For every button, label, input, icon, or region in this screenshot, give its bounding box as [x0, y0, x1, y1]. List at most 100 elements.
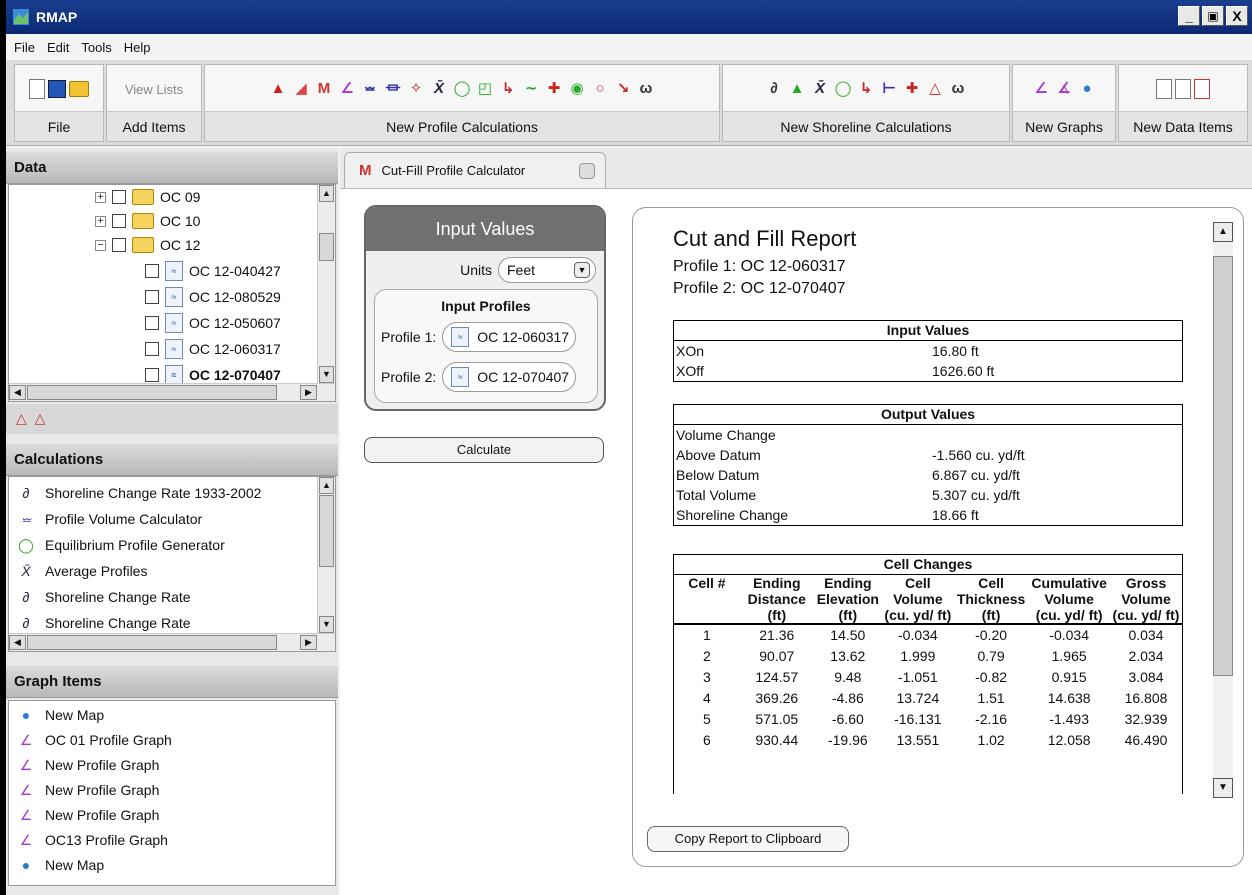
scroll-down-icon[interactable]: ▼: [1213, 778, 1233, 798]
scroll-thumb[interactable]: [27, 635, 277, 650]
tab-cut-fill-calculator[interactable]: M Cut-Fill Profile Calculator: [344, 152, 606, 188]
tree-item-profile[interactable]: ≈ OC 12-050607: [145, 311, 281, 335]
triangle-icon[interactable]: ▲: [787, 79, 807, 99]
target-icon[interactable]: ✚: [544, 79, 564, 99]
expand-icon[interactable]: +: [95, 215, 106, 227]
new-profile-data-icon[interactable]: [1156, 79, 1172, 99]
copy-report-button[interactable]: Copy Report to Clipboard: [647, 826, 849, 852]
list-item[interactable]: ∠ New Profile Graph: [15, 753, 160, 777]
checkbox[interactable]: [145, 316, 159, 330]
scroll-down-icon[interactable]: ▼: [319, 616, 334, 633]
list-item[interactable]: ∂ Shoreline Change Rate: [15, 611, 191, 635]
checkbox[interactable]: [145, 264, 159, 278]
tree-item-folder[interactable]: − OC 12: [95, 233, 200, 257]
menu-file[interactable]: File: [14, 40, 35, 55]
add-shoreline-icon[interactable]: △: [35, 410, 46, 426]
cut-fill-icon[interactable]: M: [314, 79, 334, 99]
equilibrium-icon[interactable]: ◯: [833, 79, 853, 99]
average-icon[interactable]: X̄: [429, 79, 449, 99]
checkbox[interactable]: [112, 190, 126, 204]
average-icon[interactable]: X̄: [810, 79, 830, 99]
scroll-right-icon[interactable]: ▶: [300, 635, 317, 650]
omega-icon[interactable]: ω: [636, 79, 656, 99]
data-vertical-scrollbar[interactable]: ▲ ▼: [317, 185, 335, 383]
generator-alt-icon[interactable]: ○: [590, 79, 610, 99]
new-dataset-icon[interactable]: [1194, 79, 1210, 99]
list-item[interactable]: ◯ Equilibrium Profile Generator: [15, 533, 225, 557]
translate-icon[interactable]: ↳: [498, 79, 518, 99]
scroll-up-icon[interactable]: ▲: [1213, 222, 1233, 242]
new-shoreline-data-icon[interactable]: [1175, 79, 1191, 99]
scroll-up-icon[interactable]: ▲: [319, 185, 334, 202]
menu-help[interactable]: Help: [124, 40, 151, 55]
scroll-left-icon[interactable]: ◀: [9, 385, 26, 400]
save-icon[interactable]: [48, 80, 66, 98]
equilibrium-alt-icon[interactable]: ◰: [475, 79, 495, 99]
calculate-button[interactable]: Calculate: [364, 437, 604, 463]
menu-edit[interactable]: Edit: [47, 40, 69, 55]
tree-item-profile[interactable]: ≈ OC 12-040427: [145, 259, 281, 283]
close-tab-icon[interactable]: [579, 163, 595, 179]
scroll-thumb[interactable]: [319, 233, 334, 261]
scroll-thumb[interactable]: [319, 495, 334, 567]
generator-icon[interactable]: ◉: [567, 79, 587, 99]
scroll-down-icon[interactable]: ▼: [319, 366, 334, 383]
scroll-right-icon[interactable]: ▶: [300, 385, 317, 400]
minimize-button[interactable]: _: [1178, 6, 1200, 26]
equilibrium-icon[interactable]: ◯: [452, 79, 472, 99]
list-item[interactable]: ∠ New Profile Graph: [15, 778, 160, 802]
warning-icon[interactable]: △: [925, 79, 945, 99]
profile-tool-icon[interactable]: ▲: [268, 79, 288, 99]
list-item[interactable]: ∂ Shoreline Change Rate 1933-2002: [15, 481, 262, 505]
collapse-icon[interactable]: −: [95, 239, 106, 251]
checkbox[interactable]: [112, 214, 126, 228]
chevron-down-icon[interactable]: ▼: [574, 262, 590, 278]
target-icon[interactable]: ✚: [902, 79, 922, 99]
trend-icon[interactable]: ↘: [613, 79, 633, 99]
units-select[interactable]: Feet ▼: [498, 257, 596, 283]
expand-icon[interactable]: +: [95, 191, 106, 203]
shoreline-graph-icon[interactable]: ∡: [1054, 79, 1074, 99]
spline-icon[interactable]: ∼: [521, 79, 541, 99]
scroll-thumb[interactable]: [1213, 256, 1233, 676]
scroll-left-icon[interactable]: ◀: [9, 635, 26, 650]
volume-tool-icon[interactable]: ⏕: [360, 79, 380, 99]
view-lists-button[interactable]: View Lists: [125, 82, 183, 97]
omega-icon[interactable]: ω: [948, 79, 968, 99]
transect-icon[interactable]: ⊢: [879, 79, 899, 99]
calculations-horizontal-scrollbar[interactable]: ◀ ▶: [9, 633, 335, 651]
list-item[interactable]: ⏕ Profile Volume Calculator: [15, 507, 202, 531]
add-profile-icon[interactable]: △: [16, 410, 27, 426]
checkbox[interactable]: [145, 290, 159, 304]
checkbox[interactable]: [112, 238, 126, 252]
tree-item-folder[interactable]: + OC 10: [95, 209, 200, 233]
open-folder-icon[interactable]: [69, 81, 89, 97]
intersect-icon[interactable]: ✧: [406, 79, 426, 99]
translate-icon[interactable]: ↳: [856, 79, 876, 99]
restore-button[interactable]: ▣: [1202, 6, 1224, 26]
checkbox[interactable]: [145, 342, 159, 356]
new-file-icon[interactable]: [29, 79, 45, 99]
profile1-selector[interactable]: ≈ OC 12-060317: [442, 322, 577, 352]
scroll-thumb[interactable]: [27, 385, 277, 400]
list-item[interactable]: ∂ Shoreline Change Rate: [15, 585, 191, 609]
tree-item-profile[interactable]: ≈ OC 12-060317: [145, 337, 281, 361]
list-item[interactable]: X̄ Average Profiles: [15, 559, 147, 583]
list-item[interactable]: ∠ OC13 Profile Graph: [15, 828, 168, 852]
calculations-vertical-scrollbar[interactable]: ▲ ▼: [317, 477, 335, 633]
data-horizontal-scrollbar[interactable]: ◀ ▶: [9, 383, 335, 401]
checkbox[interactable]: [145, 368, 159, 382]
list-item[interactable]: ∠ New Profile Graph: [15, 803, 160, 827]
volume-calc-icon[interactable]: ⏛: [383, 79, 403, 99]
close-button[interactable]: X: [1226, 6, 1248, 26]
chart-tool-icon[interactable]: ∠: [337, 79, 357, 99]
globe-icon[interactable]: ●: [1077, 79, 1097, 99]
list-item[interactable]: ∠ OC 01 Profile Graph: [15, 728, 172, 752]
scroll-up-icon[interactable]: ▲: [319, 477, 334, 494]
slope-tool-icon[interactable]: ◢: [291, 79, 311, 99]
profile2-selector[interactable]: ≈ OC 12-070407: [442, 362, 577, 392]
report-vertical-scrollbar[interactable]: ▲ ▼: [1213, 222, 1233, 798]
menu-tools[interactable]: Tools: [81, 40, 111, 55]
profile-graph-icon[interactable]: ∠: [1031, 79, 1051, 99]
list-item[interactable]: ● New Map: [15, 853, 104, 877]
